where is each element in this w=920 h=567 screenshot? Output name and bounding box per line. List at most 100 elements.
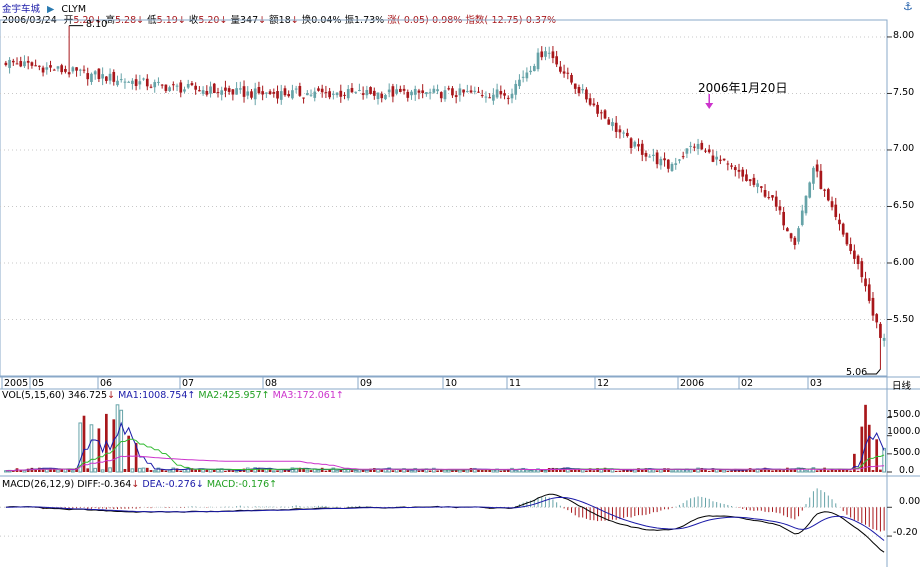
candle-body [60, 65, 64, 73]
candle-body [112, 71, 116, 82]
candle-body [849, 244, 852, 251]
candle-body [41, 67, 45, 73]
candle-body [819, 170, 823, 189]
candle-body [618, 129, 622, 133]
candle-body [332, 93, 335, 95]
min-price-marker: 5.06 [846, 367, 868, 378]
volume-bar [71, 470, 75, 473]
volume-bar [409, 470, 414, 473]
candle-body [15, 63, 19, 65]
volume-bar [670, 470, 674, 473]
volume-bar [849, 470, 852, 472]
candle-body [633, 141, 637, 147]
volume-bar [722, 469, 726, 473]
candle-body [860, 261, 864, 278]
candle-body [138, 81, 142, 85]
macd-indicator-name[interactable]: MACD(26,12,9) [2, 479, 74, 490]
candle-body [86, 73, 90, 80]
vol-indicator-name[interactable]: VOL(5,15,60) [2, 390, 65, 401]
candle-body [797, 228, 800, 242]
candle-body [49, 65, 52, 68]
candle-body [711, 155, 715, 162]
volume-bar [499, 470, 503, 472]
candle-body [603, 110, 607, 119]
candle-body [458, 88, 462, 96]
candle-body [183, 89, 186, 92]
candle-body [238, 88, 242, 90]
candle-body [339, 90, 343, 97]
volume-bar [276, 470, 279, 472]
candle-body [335, 92, 339, 96]
volume-bar [335, 469, 339, 473]
candle-body [640, 143, 644, 155]
candle-body [127, 81, 131, 83]
candle-body [123, 81, 127, 83]
candle-body [78, 69, 82, 71]
volume-bar [227, 470, 231, 472]
candle-body [250, 91, 253, 98]
candle-body [38, 65, 41, 67]
candle-body [547, 52, 551, 54]
volume-bar [127, 435, 131, 472]
date-label-06: 06 [100, 378, 113, 389]
daily-period-button[interactable]: 日线 [892, 378, 911, 392]
vol-tick-1000: 1000.0 [887, 426, 920, 437]
candle-body [291, 90, 294, 99]
candle-body [730, 165, 733, 167]
volume-bar [714, 469, 719, 473]
candle-body [108, 73, 112, 81]
volume-bar [513, 469, 518, 473]
candle-body [105, 76, 108, 81]
volume-bar [93, 467, 98, 473]
candle-body [350, 87, 354, 93]
volume-bar [655, 470, 659, 472]
volume-bar [89, 424, 94, 473]
candle-body [265, 92, 268, 94]
candle-body [212, 83, 216, 94]
volume-bar [640, 469, 644, 472]
candle-body [454, 95, 458, 98]
candle-body [566, 72, 570, 74]
candle-body [774, 196, 778, 207]
candle-body [257, 87, 261, 94]
candle-body [410, 91, 413, 96]
candle-body [160, 84, 164, 86]
candle-body [540, 51, 544, 58]
volume-bar [201, 469, 205, 473]
candle-body [317, 88, 320, 91]
candle-body [800, 210, 804, 225]
candle-body [707, 149, 711, 153]
candle-body [514, 83, 518, 95]
candle-body [525, 72, 529, 79]
candle-body [510, 93, 514, 99]
date-label-11: 11 [509, 378, 522, 389]
volume-bar [439, 469, 443, 472]
candle-body [488, 97, 491, 99]
date-label-07: 07 [182, 378, 195, 389]
date-label-02: 02 [741, 378, 754, 389]
candle-body [26, 60, 30, 63]
candle-body [678, 159, 681, 161]
candle-body [648, 156, 652, 158]
volume-bar [875, 439, 879, 472]
candle-body [786, 228, 789, 232]
candle-body [149, 86, 153, 88]
candle-body [298, 86, 302, 96]
candle-body [592, 103, 596, 106]
candle-body [529, 70, 532, 73]
candle-body [555, 56, 558, 65]
candle-body [116, 80, 119, 86]
vol-ma2-value: 425.957 [222, 390, 262, 401]
candle-body [644, 153, 648, 157]
candle-body [276, 91, 279, 99]
candle-body [882, 337, 886, 341]
candle-body [484, 96, 488, 98]
candle-body [856, 255, 860, 265]
candle-body [562, 71, 566, 74]
volume-bar [149, 470, 153, 472]
candle-body [413, 88, 417, 95]
price-tick-800: 8.00 [893, 30, 915, 41]
candle-body [689, 145, 692, 147]
candle-body [655, 152, 659, 165]
candle-body [119, 79, 123, 81]
